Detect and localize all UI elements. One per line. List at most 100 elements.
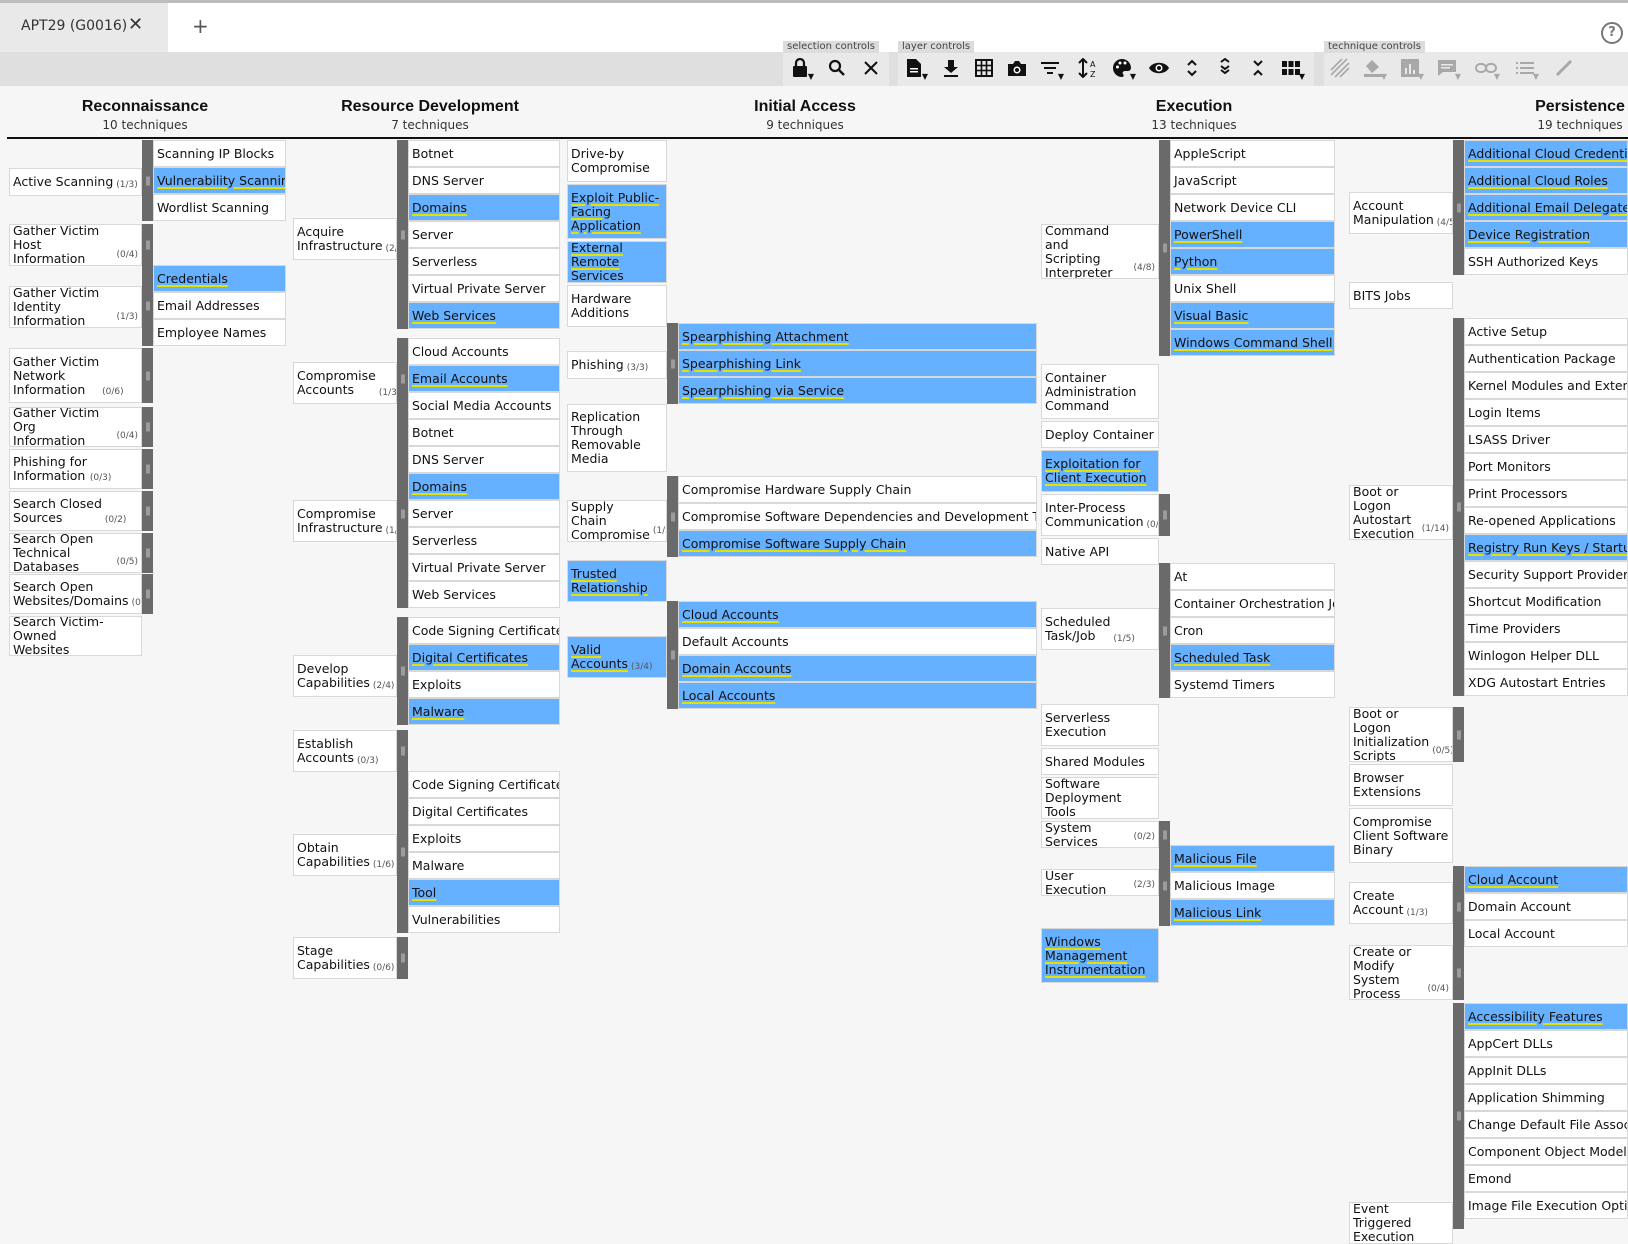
subtechnique-toggle-handle[interactable] <box>1159 845 1170 926</box>
subtechnique-code-signing-certificates[interactable]: Code Signing Certificates <box>408 617 560 644</box>
subtechnique-toggle-handle[interactable] <box>142 265 153 346</box>
subtechnique-print-processors[interactable]: Print Processors <box>1464 480 1628 507</box>
subtechnique-cloud-accounts[interactable]: Cloud Accounts <box>408 338 560 365</box>
technique-replication-through-removable-media[interactable]: Replication Through Removable Media <box>567 404 667 472</box>
technique-command-and-scripting-interpreter[interactable]: Command and Scripting Interpreter (4/8) <box>1041 224 1159 279</box>
technique-browser-extensions[interactable]: Browser Extensions <box>1349 764 1453 806</box>
technique-user-execution[interactable]: User Execution (2/3) <box>1041 869 1159 896</box>
subtechnique-domain-account[interactable]: Domain Account <box>1464 893 1628 920</box>
technique-system-services[interactable]: System Services (0/2) <box>1041 821 1159 848</box>
deselect-icon[interactable] <box>858 55 884 81</box>
subtechnique-spearphishing-via-service[interactable]: Spearphishing via Service <box>678 377 1037 404</box>
subtechnique-server[interactable]: Server <box>408 500 560 527</box>
score-icon[interactable]: ▼ <box>1397 55 1424 81</box>
technique-event-triggered-execution[interactable]: Event Triggered Execution <box>1349 1202 1453 1244</box>
subtechnique-unix-shell[interactable]: Unix Shell <box>1170 275 1335 302</box>
subtechnique-ssh-authorized-keys[interactable]: SSH Authorized Keys <box>1464 248 1628 275</box>
subtechnique-tool[interactable]: Tool <box>408 879 560 906</box>
sort-icon[interactable]: AZ <box>1076 55 1102 81</box>
help-icon[interactable]: ? <box>1601 22 1623 44</box>
subtechnique-web-services[interactable]: Web Services <box>408 302 560 329</box>
technique-gather-victim-identity-information[interactable]: Gather Victim Identity Information (1/3) <box>9 286 142 328</box>
subtechnique-malicious-file[interactable]: Malicious File <box>1170 845 1335 872</box>
subtechnique-email-accounts[interactable]: Email Accounts <box>408 365 560 392</box>
subtechnique-compromise-software-dependencies-and-development-tools[interactable]: Compromise Software Dependencies and Dev… <box>678 503 1037 530</box>
subtechnique-python[interactable]: Python <box>1170 248 1335 275</box>
subtechnique-toggle-handle[interactable] <box>397 419 408 608</box>
lock-icon[interactable]: ▼ <box>787 55 814 81</box>
technique-search-open-technical-databases[interactable]: Search Open Technical Databases (0/5) <box>9 533 142 573</box>
search-icon[interactable] <box>824 55 850 81</box>
subtechnique-toggle-handle[interactable] <box>142 574 153 614</box>
subtechnique-winlogon-helper-dll[interactable]: Winlogon Helper DLL <box>1464 642 1628 669</box>
technique-deploy-container[interactable]: Deploy Container <box>1041 421 1159 448</box>
subtechnique-compromise-software-supply-chain[interactable]: Compromise Software Supply Chain <box>678 530 1037 557</box>
subtechnique-applescript[interactable]: AppleScript <box>1170 140 1335 167</box>
technique-trusted-relationship[interactable]: Trusted Relationship <box>567 560 667 602</box>
subtechnique-toggle-handle[interactable] <box>142 491 153 531</box>
subtechnique-component-object-model-hijacking[interactable]: Component Object Model Hijacking <box>1464 1138 1628 1165</box>
matrix-layout-icon[interactable]: ▼ <box>1278 55 1305 81</box>
subtechnique-lsass-driver[interactable]: LSASS Driver <box>1464 426 1628 453</box>
subtechnique-toggle-handle[interactable] <box>142 140 153 221</box>
subtechnique-additional-cloud-credentials[interactable]: Additional Cloud Credentials <box>1464 140 1628 167</box>
subtechnique-toggle-handle[interactable] <box>1159 494 1170 536</box>
technique-inter-process-communication[interactable]: Inter-Process Communication(0/3) <box>1041 494 1159 536</box>
technique-active-scanning[interactable]: Active Scanning (1/3) <box>9 168 142 196</box>
subtechnique-port-monitors[interactable]: Port Monitors <box>1464 453 1628 480</box>
technique-drive-by-compromise[interactable]: Drive-by Compromise <box>567 140 667 182</box>
subtechnique-vulnerability-scanning[interactable]: Vulnerability Scanning <box>153 167 286 194</box>
subtechnique-authentication-package[interactable]: Authentication Package <box>1464 345 1628 372</box>
subtechnique-toggle-handle[interactable] <box>397 140 408 329</box>
subtechnique-registry-run-keys-startup-folder[interactable]: Registry Run Keys / Startup Folder <box>1464 534 1628 561</box>
technique-phishing-for-information[interactable]: Phishing for Information (0/3) <box>9 449 142 489</box>
subtechnique-re-opened-applications[interactable]: Re-opened Applications <box>1464 507 1628 534</box>
technique-supply-chain-compromise[interactable]: Supply Chain Compromise(1/3) <box>567 500 667 542</box>
subtechnique-exploits[interactable]: Exploits <box>408 825 560 852</box>
technique-gather-victim-org-information[interactable]: Gather Victim Org Information (0/4) <box>9 407 142 447</box>
subtechnique-toggle-handle[interactable] <box>1159 140 1170 356</box>
subtechnique-toggle-handle[interactable] <box>142 348 153 403</box>
link-icon[interactable]: ▼ <box>1473 55 1500 81</box>
subtechnique-time-providers[interactable]: Time Providers <box>1464 615 1628 642</box>
technique-phishing[interactable]: Phishing (3/3) <box>567 351 667 379</box>
subtechnique-toggle-handle[interactable] <box>1453 318 1464 696</box>
subtechnique-scheduled-task[interactable]: Scheduled Task <box>1170 644 1335 671</box>
subtechnique-web-services[interactable]: Web Services <box>408 581 560 608</box>
subtechnique-active-setup[interactable]: Active Setup <box>1464 318 1628 345</box>
subtechnique-code-signing-certificates[interactable]: Code Signing Certificates <box>408 771 560 798</box>
subtechnique-botnet[interactable]: Botnet <box>408 140 560 167</box>
subtechnique-social-media-accounts[interactable]: Social Media Accounts <box>408 392 560 419</box>
subtechnique-xdg-autostart-entries[interactable]: XDG Autostart Entries <box>1464 669 1628 696</box>
subtechnique-image-file-execution-options-injection[interactable]: Image File Execution Options Injection <box>1464 1192 1628 1219</box>
technique-gather-victim-host-information[interactable]: Gather Victim Host Information (0/4) <box>9 224 142 266</box>
technique-windows-management-instrumentation[interactable]: Windows Management Instrumentation <box>1041 928 1159 983</box>
comment-icon[interactable]: ▼ <box>1434 55 1461 81</box>
subtechnique-at[interactable]: At <box>1170 563 1335 590</box>
subtechnique-kernel-modules-and-extensions[interactable]: Kernel Modules and Extensions <box>1464 372 1628 399</box>
subtechnique-login-items[interactable]: Login Items <box>1464 399 1628 426</box>
clear-annotations-icon[interactable] <box>1551 55 1577 81</box>
subtechnique-cron[interactable]: Cron <box>1170 617 1335 644</box>
subtechnique-toggle-handle[interactable] <box>397 937 408 979</box>
download-icon[interactable] <box>938 55 964 81</box>
subtechnique-dns-server[interactable]: DNS Server <box>408 167 560 194</box>
technique-compromise-infrastructure[interactable]: Compromise Infrastructure(1/7) <box>293 500 397 542</box>
close-tab-icon[interactable]: ✕ <box>128 14 143 35</box>
technique-native-api[interactable]: Native API <box>1041 538 1159 565</box>
camera-icon[interactable] <box>1004 55 1030 81</box>
fill-color-icon[interactable]: ▼ <box>1360 55 1387 81</box>
subtechnique-digital-certificates[interactable]: Digital Certificates <box>408 798 560 825</box>
technique-exploit-public-facing-application[interactable]: Exploit Public- Facing Application <box>567 184 667 239</box>
eye-icon[interactable] <box>1146 55 1172 81</box>
technique-shared-modules[interactable]: Shared Modules <box>1041 748 1159 775</box>
subtechnique-powershell[interactable]: PowerShell <box>1170 221 1335 248</box>
technique-boot-or-logon-autostart-execution[interactable]: Boot or Logon Autostart Execution (1/14) <box>1349 485 1453 540</box>
subtechnique-toggle-handle[interactable] <box>1453 1003 1464 1229</box>
subtechnique-toggle-handle[interactable] <box>142 449 153 489</box>
subtechnique-appcert-dlls[interactable]: AppCert DLLs <box>1464 1030 1628 1057</box>
subtechnique-spearphishing-link[interactable]: Spearphishing Link <box>678 350 1037 377</box>
subtechnique-exploits[interactable]: Exploits <box>408 671 560 698</box>
subtechnique-javascript[interactable]: JavaScript <box>1170 167 1335 194</box>
subtechnique-toggle-handle[interactable] <box>1453 707 1464 762</box>
